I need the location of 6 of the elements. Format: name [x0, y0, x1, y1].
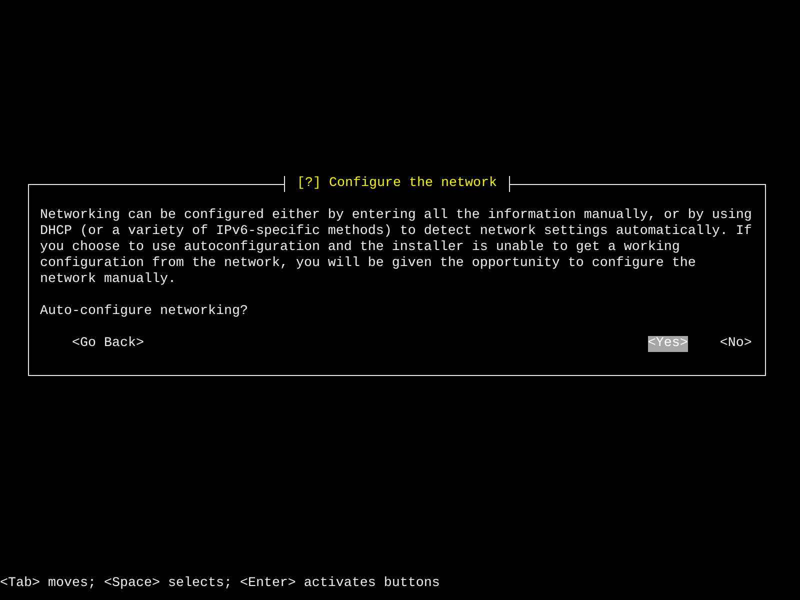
key-hint-text: <Tab> moves; <Space> selects; <Enter> activates buttons [0, 576, 441, 592]
dialog-question: Auto-configure networking? [40, 304, 249, 320]
dialog-message: Networking can be configured either by entering all the information manually, or by using DHCP (or a variety of IPv6-specific methods) to detect network settings automatically. If you choose to use autoconfiguration and the installer is unable to get a working configuration from the network, you will be given the opportunity to configure the network manually. [40, 208, 753, 288]
go-back-button[interactable]: <Go Back> [72, 336, 144, 352]
dialog-button[interactable]: <No> [720, 336, 752, 352]
dialog-title: [?] Configure the network [284, 176, 510, 192]
